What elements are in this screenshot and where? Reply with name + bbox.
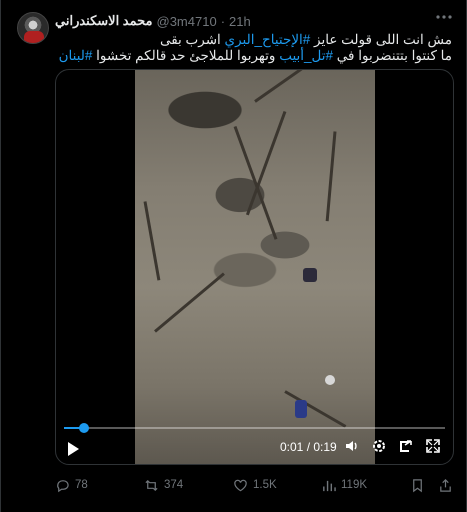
- like-count: 1.5K: [253, 479, 277, 491]
- hashtag-link[interactable]: #تل_أبيب: [279, 48, 333, 63]
- current-time: 0:01: [280, 440, 304, 454]
- duration: 0:19: [313, 440, 337, 454]
- views-icon: [323, 480, 336, 491]
- tweet-actions: 78 374 1.5K 119K: [55, 475, 454, 495]
- tweet-text-line-2: ما كنتوا بتتنضربوا في #تل_أبيب وتهربوا ل…: [42, 48, 452, 64]
- pip-icon[interactable]: [397, 438, 415, 456]
- separator-dot: ·: [220, 13, 226, 29]
- video-progress-knob[interactable]: [78, 423, 89, 433]
- reply-button[interactable]: 78: [55, 475, 88, 495]
- play-icon[interactable]: [68, 442, 79, 456]
- bookmark-icon: [413, 478, 422, 492]
- video-player[interactable]: 0:01 / 0:19: [55, 69, 454, 465]
- more-icon[interactable]: [434, 10, 454, 26]
- repost-icon: [145, 479, 158, 491]
- tweet-text-segment: ما كنتوا بتتنضربوا في: [333, 48, 452, 63]
- author-name[interactable]: محمد الاسكندراني: [55, 13, 153, 29]
- video-frame[interactable]: [135, 70, 375, 464]
- share-button[interactable]: [438, 475, 453, 495]
- video-timecode: 0:01 / 0:19: [280, 440, 337, 454]
- repost-count: 374: [164, 479, 184, 491]
- tweet-text-line-1: مش انت اللى قولت عايز #الإجتياح_البري اش…: [42, 32, 452, 48]
- video-progress-bar[interactable]: [64, 423, 445, 433]
- like-button[interactable]: 1.5K: [233, 475, 277, 495]
- tweet-text-segment: اشرب بقى: [159, 32, 225, 47]
- share-icon: [440, 478, 451, 492]
- tweet-card[interactable]: محمد الاسكندراني @3m4710 · 21h مش انت ال…: [0, 0, 467, 512]
- reply-count: 78: [75, 479, 88, 491]
- reply-icon: [57, 479, 69, 492]
- hashtag-link[interactable]: #لبنان: [59, 48, 93, 63]
- video-controls: 0:01 / 0:19: [56, 436, 453, 460]
- author-handle[interactable]: @3m4710: [157, 14, 217, 29]
- tweet-text-segment: وتهربوا للملاجئ حد قالكم تخشوا: [92, 48, 280, 63]
- time-separator: /: [303, 440, 314, 454]
- heart-icon: [234, 479, 247, 491]
- bookmark-button[interactable]: [410, 475, 425, 495]
- tweet-text-segment: مش انت اللى قولت عايز: [310, 32, 452, 47]
- volume-icon[interactable]: [343, 438, 361, 456]
- tweet-time[interactable]: 21h: [229, 14, 251, 29]
- repost-button[interactable]: 374: [144, 475, 183, 495]
- tweet-text: مش انت اللى قولت عايز #الإجتياح_البري اش…: [42, 32, 452, 64]
- hashtag-link[interactable]: #الإجتياح_البري: [225, 32, 311, 47]
- views-button[interactable]: 119K: [321, 475, 367, 495]
- views-count: 119K: [341, 479, 368, 491]
- fullscreen-icon[interactable]: [424, 438, 442, 456]
- tweet-header: محمد الاسكندراني @3m4710 · 21h: [55, 12, 251, 30]
- settings-icon[interactable]: [370, 438, 388, 456]
